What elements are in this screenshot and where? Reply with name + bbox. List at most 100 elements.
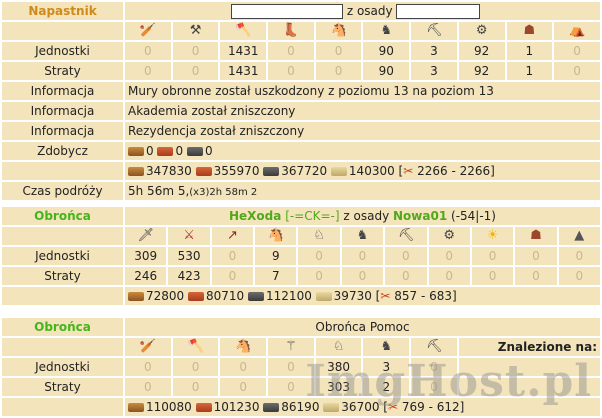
defender2-unit-count: 0 (125, 378, 171, 396)
catapult-icon: ⚙ (443, 228, 456, 243)
attacker-unit-col-9: ⛺ (554, 22, 600, 40)
settler-icon: ⛺ (569, 23, 586, 38)
clay-icon (195, 167, 212, 176)
chief-icon: ☗ (523, 23, 536, 38)
defender2-unit-count: 3 (363, 358, 410, 376)
resource-clay: 101230 (213, 400, 260, 414)
wood-icon (128, 147, 144, 156)
attacker-unit-count: 92 (458, 62, 505, 80)
defender1-unit-count: 423 (168, 267, 210, 285)
empty-cell (458, 378, 600, 396)
armored-horse-icon: ♞ (380, 23, 393, 38)
culture-points: 2266 - 2266 (417, 164, 491, 178)
travel-label: Czas podróży (2, 182, 123, 200)
hat-icon: ▲ (574, 228, 585, 243)
defender2-unit-count: 0 (220, 378, 267, 396)
empty-label (2, 227, 123, 245)
defender2-unit-count: 2 (363, 378, 410, 396)
defender1-unit-count: 0 (471, 267, 514, 285)
empty-label (2, 287, 123, 305)
defender1-unit-count: 0 (341, 247, 384, 265)
culture-icon: ✂ (387, 400, 399, 414)
defender2-unit-col-3: ⚚ (268, 338, 314, 356)
attacker-resources: 347830 355970 367720 140300 [✂ 2266 - 22… (125, 162, 600, 180)
defender1-row-label: Straty (2, 267, 123, 285)
defender-from-label: z osady (343, 209, 390, 223)
iron-icon (263, 167, 280, 176)
defender1-unit-count: 309 (125, 247, 167, 265)
attacker-row-label: Jednostki (2, 42, 123, 60)
iron-icon (248, 292, 265, 301)
ram-icon: ⛏ (425, 23, 443, 38)
defender2-unit-col-6: ⛏ (411, 338, 457, 356)
crop-icon (330, 167, 347, 176)
defender1-unit-col-10: ▲ (558, 227, 600, 245)
defender1-origin: HeXoda [-=CK=-] z osady Nowa01 (-54|-1) (125, 207, 600, 225)
attacker-unit-col-6: ⛏ (411, 22, 457, 40)
empty-label (2, 162, 123, 180)
resource-crop: 36700 (341, 400, 380, 414)
iron-icon (263, 403, 280, 412)
defender1-unit-count: 0 (385, 267, 427, 285)
wood-icon (128, 403, 144, 412)
horse3-icon: ♞ (356, 228, 369, 243)
spear-icon: ↗ (226, 228, 238, 243)
attacker-unit-col-2: 🪓 (220, 22, 267, 40)
defender1-unit-col-6: ⛏ (385, 227, 427, 245)
catapult-icon: ⚙ (475, 23, 488, 38)
crop-icon (315, 292, 332, 301)
attacker-unit-count: 1431 (220, 42, 267, 60)
defender1-unit-col-1: ⚔ (168, 227, 210, 245)
attacker-unit-count: 1431 (220, 62, 267, 80)
empty-cell (458, 358, 600, 376)
axe-icon: 🪓 (187, 339, 204, 354)
resource-wood: 72800 (146, 289, 185, 303)
defender1-unit-count: 0 (211, 247, 254, 265)
attacker-unit-count: 0 (315, 62, 362, 80)
club-icon: 🏏 (139, 23, 157, 38)
chief-icon: ☗ (530, 228, 542, 243)
attacker-player-box (231, 3, 343, 19)
defender-village-link[interactable]: Nowa01 (393, 209, 447, 223)
empty-label (2, 338, 123, 356)
defender1-unit-count: 0 (558, 247, 600, 265)
defender2-unit-count: 380 (315, 358, 362, 376)
defender1-unit-count: 0 (558, 267, 600, 285)
defender1-resources: 72800 80710 112100 39730 [✂ 857 - 683] (125, 287, 600, 305)
loot-wood: 0 (146, 144, 154, 158)
defender1-unit-count: 246 (125, 267, 167, 285)
attacker-unit-count: 0 (125, 42, 171, 60)
defender1-unit-count: 0 (515, 267, 557, 285)
resource-iron: 112100 (266, 289, 312, 303)
attacker-table: Napastnik z osady 🏏 ⚒ 🪓 👢 🐴 ♞ ⛏ ⚙ ☗ ⛺ Jednostki 0 0… (0, 0, 602, 202)
defender1-unit-col-2: ↗ (211, 227, 254, 245)
club-icon: 🏏 (139, 339, 157, 354)
defender1-unit-count: 9 (255, 247, 297, 265)
loot-clay: 0 (175, 144, 184, 158)
attacker-unit-col-8: ☗ (506, 22, 553, 40)
resource-iron: 367720 (281, 164, 328, 178)
loot-values: 0 0 0 (125, 142, 600, 160)
defender-player-link[interactable]: HeXoda (229, 209, 281, 223)
info-label: Informacja (2, 102, 123, 120)
defender2-title: Obrońca Pomoc (125, 318, 600, 336)
resource-crop: 39730 (333, 289, 372, 303)
defender2-unit-count: 0 (172, 358, 219, 376)
attacker-unit-count: 1 (506, 62, 553, 80)
defender1-unit-count: 0 (515, 247, 557, 265)
attacker-unit-count: 0 (268, 42, 314, 60)
attacker-from-label: z osady (346, 3, 393, 18)
horse-icon: 🐴 (330, 23, 347, 38)
defender2-unit-count: 0 (411, 378, 457, 396)
attacker-unit-count: 90 (363, 62, 410, 80)
defender1-row-label: Jednostki (2, 247, 123, 265)
defender1-unit-count: 0 (298, 267, 340, 285)
boot-icon: 👢 (282, 23, 300, 38)
culture-icon: ✂ (403, 164, 414, 178)
attacker-unit-count: 0 (125, 62, 171, 80)
defender2-unit-count: 0 (125, 358, 171, 376)
info-label: Informacja (2, 82, 123, 100)
culture-points: 769 - 612 (401, 400, 460, 414)
attacker-unit-col-0: 🏏 (125, 22, 171, 40)
defender-alliance-link[interactable]: [-=CK=-] (285, 209, 339, 223)
